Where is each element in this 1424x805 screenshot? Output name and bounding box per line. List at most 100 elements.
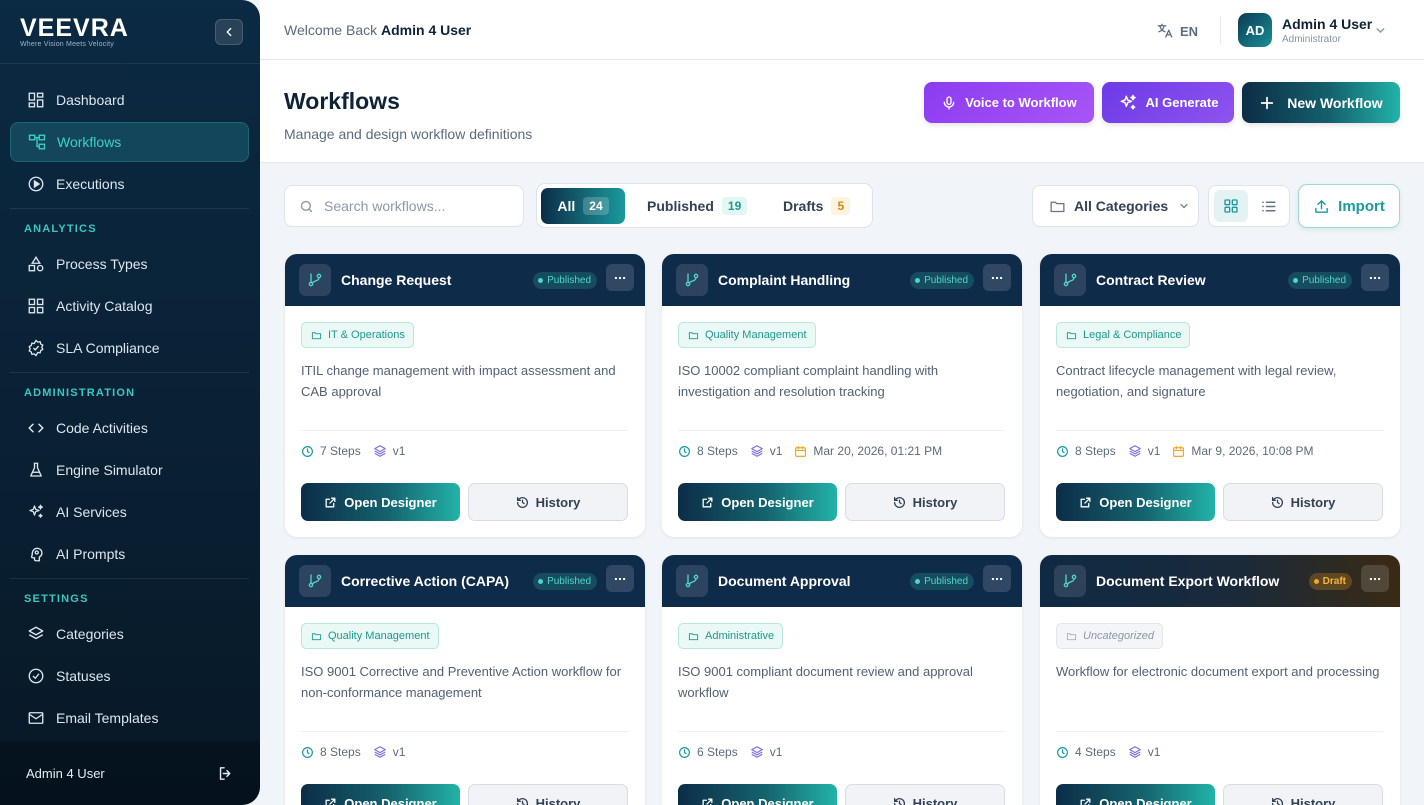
more-options-button[interactable] [1361,565,1389,592]
category-tag: IT & Operations [301,322,414,348]
history-icon [893,797,906,805]
search-input[interactable] [324,198,504,214]
more-options-button[interactable] [606,565,634,592]
sidebar-item-label: Activity Catalog [56,298,153,314]
sidebar-item-engine-simulator[interactable]: Engine Simulator [10,450,249,490]
history-button[interactable]: History [1223,483,1383,521]
card-divider [1056,731,1383,732]
user-name[interactable]: Admin 4 User [1282,16,1372,32]
card-header: Corrective Action (CAPA) Published [285,555,645,607]
tab-drafts[interactable]: Drafts 5 [783,188,851,224]
sidebar-item-executions[interactable]: Executions [10,164,249,204]
open-designer-button[interactable]: Open Designer [678,784,837,805]
sidebar-item-dashboard[interactable]: Dashboard [10,80,249,120]
topbar-divider [1220,16,1221,44]
more-options-button[interactable] [606,264,634,291]
history-button[interactable]: History [468,483,628,521]
category-select[interactable]: All Categories [1032,185,1199,227]
steps-text: 4 Steps [1075,745,1116,759]
history-label: History [912,494,958,510]
sidebar-item-process-types[interactable]: Process Types [10,244,249,284]
card-divider [678,430,1005,431]
card-header: Contract Review Published [1040,254,1400,306]
list-view-button[interactable] [1251,190,1285,222]
ai-generate-button[interactable]: AI Generate [1102,82,1234,123]
open-designer-label: Open Designer [344,795,437,805]
badge-check-icon [26,338,46,358]
workflow-branch-icon [676,264,708,296]
version-meta: v1 [1128,444,1160,458]
sidebar-item-label: Dashboard [56,92,125,108]
sidebar-item-workflows[interactable]: Workflows [10,122,249,162]
history-label: History [1290,795,1336,805]
sidebar-user-name: Admin 4 User [26,765,105,781]
category-text: Uncategorized [1083,630,1154,642]
date-text: Mar 20, 2026, 01:21 PM [813,444,943,458]
chevron-down-icon[interactable] [1374,24,1387,37]
sidebar-item-code-activities[interactable]: Code Activities [10,408,249,448]
version-text: v1 [1147,745,1161,759]
more-options-button[interactable] [983,565,1011,592]
language-code: EN [1180,23,1199,39]
open-designer-button[interactable]: Open Designer [301,784,460,805]
version-meta: v1 [750,745,782,759]
sidebar-item-statuses[interactable]: Statuses [10,656,249,696]
card-title[interactable]: Document Export Workflow [1096,573,1279,589]
sidebar-item-email-templates[interactable]: Email Templates [10,698,249,738]
logout-icon[interactable] [217,765,234,782]
history-button[interactable]: History [845,483,1005,521]
card-title[interactable]: Contract Review [1096,272,1206,288]
card-title[interactable]: Complaint Handling [718,272,850,288]
steps-text: 7 Steps [320,444,361,458]
clock-icon [1057,746,1068,758]
open-designer-button[interactable]: Open Designer [1056,483,1215,521]
sidebar-item-ai-services[interactable]: AI Services [10,492,249,532]
voice-to-workflow-button[interactable]: Voice to Workflow [924,82,1094,123]
workflow-card: Document Approval Published Administrati… [662,555,1022,805]
top-bar: Welcome Back Admin 4 User EN AD Admin 4 … [260,0,1424,60]
steps-meta: 8 Steps [678,444,738,458]
sidebar-item-activity-catalog[interactable]: Activity Catalog [10,286,249,326]
sidebar-item-label: AI Services [56,504,127,520]
tab-all[interactable]: All 24 [541,188,625,224]
category-select-value: All Categories [1074,198,1169,214]
history-icon [516,496,529,509]
history-button[interactable]: History [1223,784,1383,805]
avatar[interactable]: AD [1238,13,1272,47]
folder-icon [311,631,322,642]
sidebar-collapse-button[interactable] [215,19,243,45]
sidebar-item-ai-prompts[interactable]: AI Prompts [10,534,249,574]
card-description: Contract lifecycle management with legal… [1056,363,1337,399]
version-meta: v1 [1128,745,1161,759]
plus-icon [1259,95,1275,111]
more-options-button[interactable] [983,264,1011,291]
tab-published[interactable]: Published 19 [647,188,748,224]
sidebar-item-label: Executions [56,176,125,192]
welcome-prefix: Welcome Back [284,22,378,38]
sidebar-divider [10,372,249,373]
open-designer-label: Open Designer [721,494,814,510]
layers-icon [1128,445,1141,457]
open-designer-button[interactable]: Open Designer [1056,784,1215,805]
language-switcher[interactable]: EN [1156,22,1198,40]
clock-icon [1057,445,1068,457]
card-meta: 8 Steps v1 Mar 9, 2026, 10:08 PM [1056,443,1325,459]
sidebar-item-label: Statuses [56,668,111,684]
sidebar-item-sla-compliance[interactable]: SLA Compliance [10,328,249,368]
status-badge: Published [1288,272,1352,289]
history-icon [893,496,906,509]
history-button[interactable]: History [845,784,1005,805]
card-title[interactable]: Document Approval [718,573,851,589]
history-button[interactable]: History [468,784,628,805]
open-designer-button[interactable]: Open Designer [678,483,837,521]
new-workflow-button[interactable]: New Workflow [1242,82,1400,123]
sidebar-divider [10,208,249,209]
status-badge: Published [910,272,974,289]
import-button[interactable]: Import [1298,184,1400,228]
more-options-button[interactable] [1361,264,1389,291]
sidebar-item-categories[interactable]: Categories [10,614,249,654]
card-title[interactable]: Corrective Action (CAPA) [341,573,509,589]
grid-view-button[interactable] [1214,190,1248,222]
card-title[interactable]: Change Request [341,272,451,288]
open-designer-button[interactable]: Open Designer [301,483,460,521]
